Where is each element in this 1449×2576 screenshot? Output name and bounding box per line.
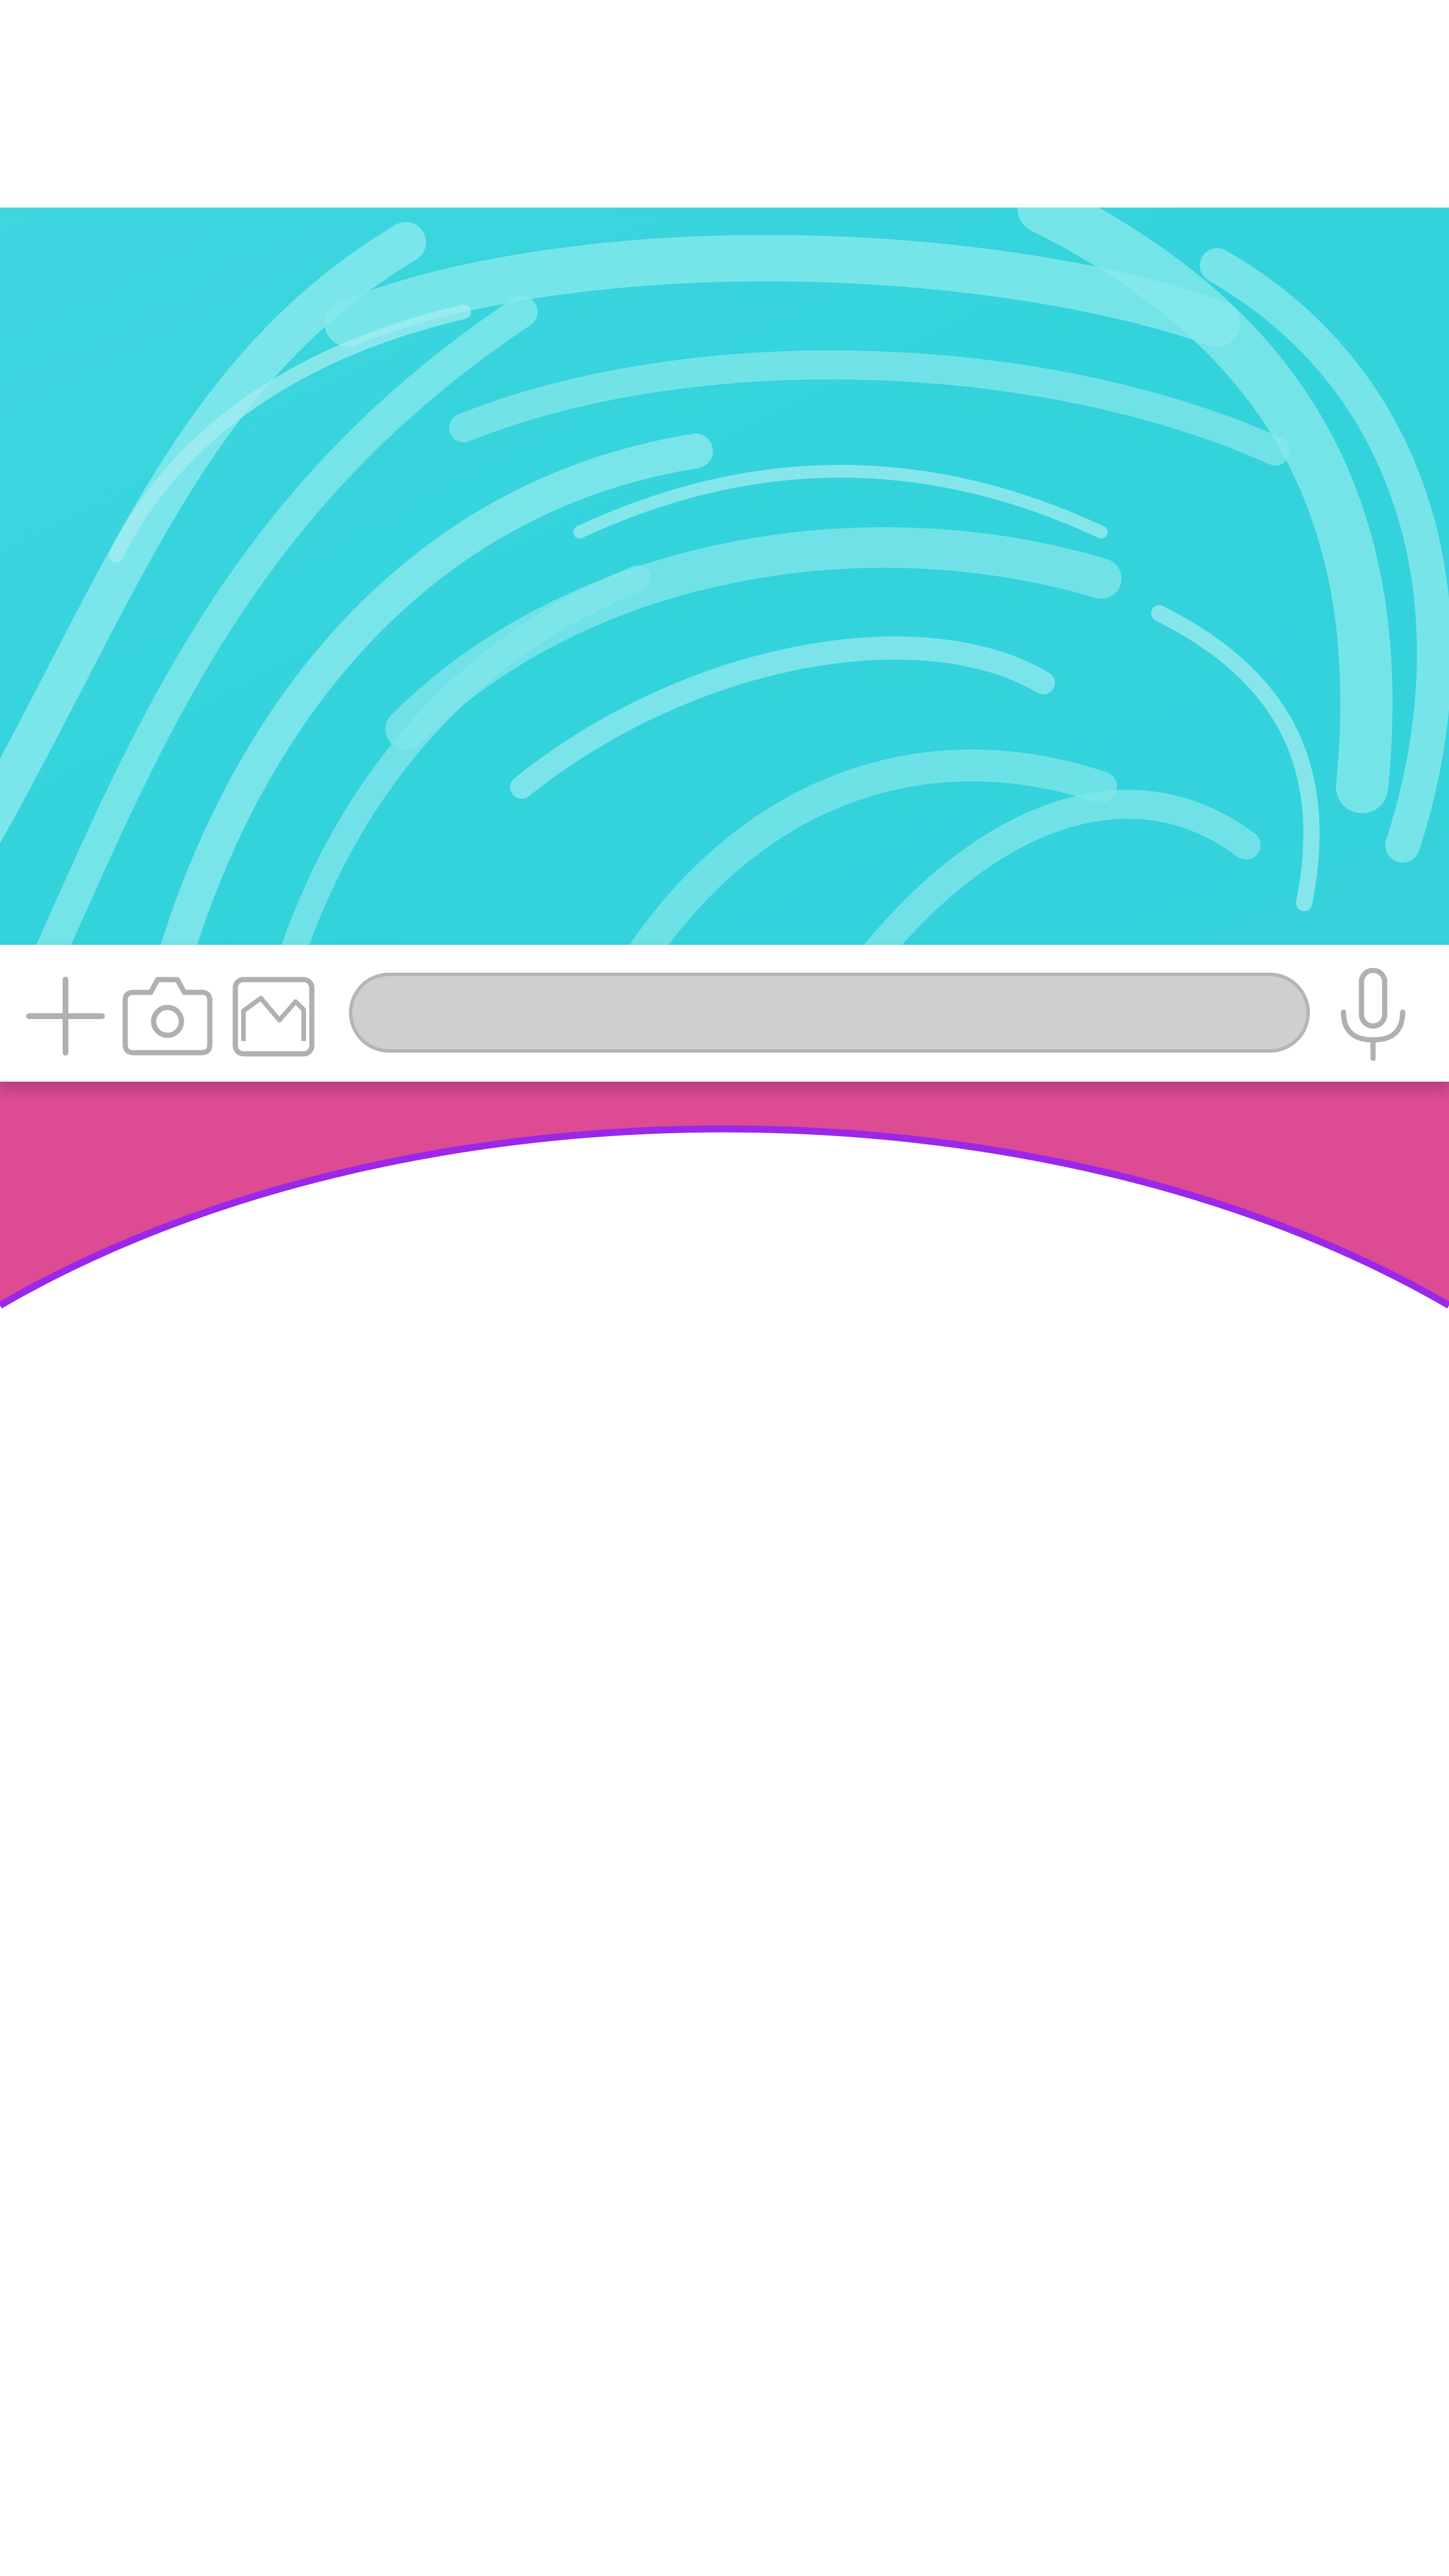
swirl-pattern-image <box>0 208 1449 945</box>
content-area <box>0 1314 1449 2576</box>
microphone-icon[interactable] <box>1335 968 1411 1061</box>
message-input-field[interactable] <box>349 973 1310 1053</box>
camera-icon[interactable] <box>122 975 213 1056</box>
message-input-bar <box>0 945 1449 1082</box>
top-blank-area <box>0 0 1449 208</box>
decorative-arch-band <box>0 1082 1449 1314</box>
swirl-background-banner <box>0 208 1449 945</box>
image-icon[interactable] <box>232 976 315 1057</box>
plus-icon[interactable] <box>26 976 105 1056</box>
arch-shape <box>0 1082 1449 1314</box>
